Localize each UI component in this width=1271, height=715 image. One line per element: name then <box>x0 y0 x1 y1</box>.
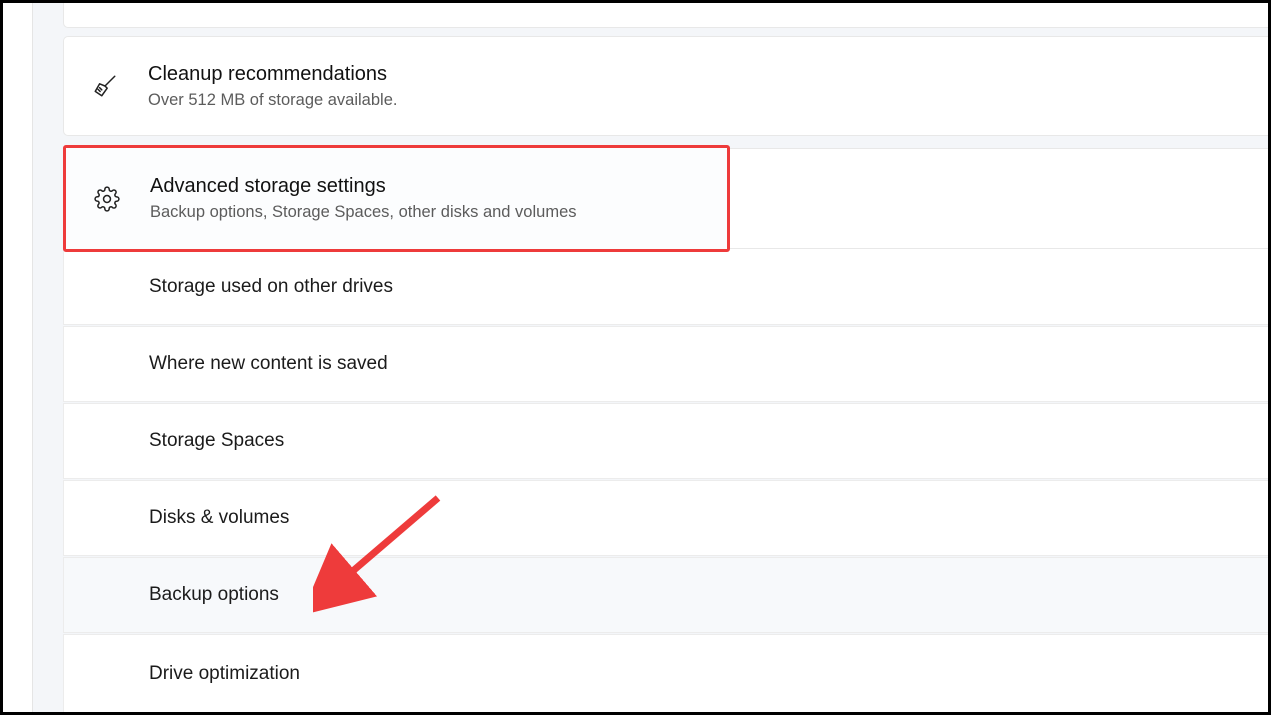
sub-item-disks-and-volumes[interactable]: Disks & volumes <box>63 480 1268 556</box>
advanced-subtitle: Backup options, Storage Spaces, other di… <box>150 201 577 223</box>
sub-item-label: Storage used on other drives <box>149 276 393 298</box>
advanced-storage-settings-highlight[interactable]: Advanced storage settings Backup options… <box>63 145 730 252</box>
sub-item-label: Disks & volumes <box>149 507 289 529</box>
settings-storage-panel: Cleanup recommendations Over 512 MB of s… <box>0 0 1271 715</box>
sub-item-label: Storage Spaces <box>149 430 284 452</box>
cleanup-subtitle: Over 512 MB of storage available. <box>148 89 397 111</box>
sub-item-drive-optimization[interactable]: Drive optimization <box>63 634 1268 713</box>
sub-item-label: Backup options <box>149 584 279 606</box>
sub-item-storage-used-other-drives[interactable]: Storage used on other drives <box>63 249 1268 325</box>
gear-icon <box>94 186 120 212</box>
advanced-text: Advanced storage settings Backup options… <box>150 173 577 223</box>
sub-item-storage-spaces[interactable]: Storage Spaces <box>63 403 1268 479</box>
left-gutter <box>3 3 33 712</box>
advanced-title: Advanced storage settings <box>150 173 577 199</box>
cleanup-recommendations-tile[interactable]: Cleanup recommendations Over 512 MB of s… <box>63 36 1268 136</box>
sub-item-label: Drive optimization <box>149 663 300 685</box>
broom-icon <box>92 73 118 99</box>
sub-item-where-new-content-saved[interactable]: Where new content is saved <box>63 326 1268 402</box>
cleanup-text: Cleanup recommendations Over 512 MB of s… <box>148 61 397 111</box>
partial-tile-top[interactable] <box>63 3 1268 28</box>
cleanup-title: Cleanup recommendations <box>148 61 397 87</box>
sub-item-label: Where new content is saved <box>149 353 388 375</box>
sub-item-backup-options[interactable]: Backup options <box>63 557 1268 633</box>
